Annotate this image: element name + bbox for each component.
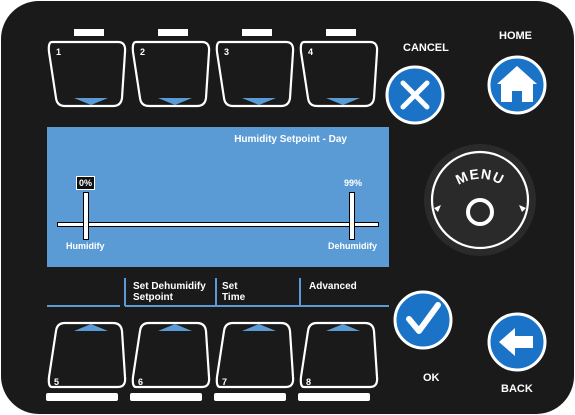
bottom-key-indicator-7 xyxy=(214,393,286,401)
bottom-key-indicator-6 xyxy=(130,393,202,401)
humidify-slider-handle[interactable] xyxy=(83,192,89,240)
softkey-label-3-line2: Time xyxy=(222,292,246,303)
softkey-8-button[interactable] xyxy=(300,321,380,389)
softkey-label-4: Advanced xyxy=(309,281,357,292)
bottom-key-indicator-5 xyxy=(46,393,118,401)
back-button[interactable] xyxy=(488,313,546,371)
softkey-5-button[interactable] xyxy=(48,321,128,389)
menu-dial[interactable] xyxy=(424,144,536,256)
ok-label: OK xyxy=(423,372,440,384)
humidify-label: Humidify xyxy=(66,241,105,251)
top-key-indicator-4 xyxy=(326,29,356,36)
ok-button[interactable] xyxy=(394,291,452,349)
left-value-badge: 0% xyxy=(76,176,96,190)
softkey-label-2-line2: Setpoint xyxy=(133,292,173,303)
softkey-4-button[interactable] xyxy=(300,40,380,108)
humidity-slider-track[interactable] xyxy=(57,222,379,227)
softkey-label-4-line1: Advanced xyxy=(309,281,357,292)
softkey-label-3-line1: Set xyxy=(222,281,238,292)
dehumidify-slider-handle[interactable] xyxy=(349,192,355,240)
softkey-1-button[interactable] xyxy=(48,40,128,108)
softkey-label-2: Set Dehumidify Setpoint xyxy=(133,281,206,303)
softkey-2-button[interactable] xyxy=(132,40,212,108)
back-label: BACK xyxy=(501,383,533,395)
cancel-button[interactable] xyxy=(386,66,444,124)
softkey-label-2-line1: Set Dehumidify xyxy=(133,281,206,292)
right-value: 99% xyxy=(344,178,363,188)
lcd-screen: Humidity Setpoint - Day 0% 99% Humidify … xyxy=(47,127,389,267)
cancel-label: CANCEL xyxy=(403,42,449,54)
bottom-key-indicator-8 xyxy=(298,393,370,401)
screen-title: Humidity Setpoint - Day xyxy=(234,134,347,145)
dehumidify-label: Dehumidify xyxy=(328,241,378,251)
home-label: HOME xyxy=(499,30,532,42)
softkey-label-3: Set Time xyxy=(222,281,245,303)
top-key-indicator-1 xyxy=(74,29,104,36)
home-button[interactable] xyxy=(488,56,546,114)
top-key-indicator-2 xyxy=(158,29,188,36)
softkey-7-button[interactable] xyxy=(216,321,296,389)
softkey-6-button[interactable] xyxy=(132,321,212,389)
top-key-indicator-3 xyxy=(242,29,272,36)
softkey-3-button[interactable] xyxy=(216,40,296,108)
